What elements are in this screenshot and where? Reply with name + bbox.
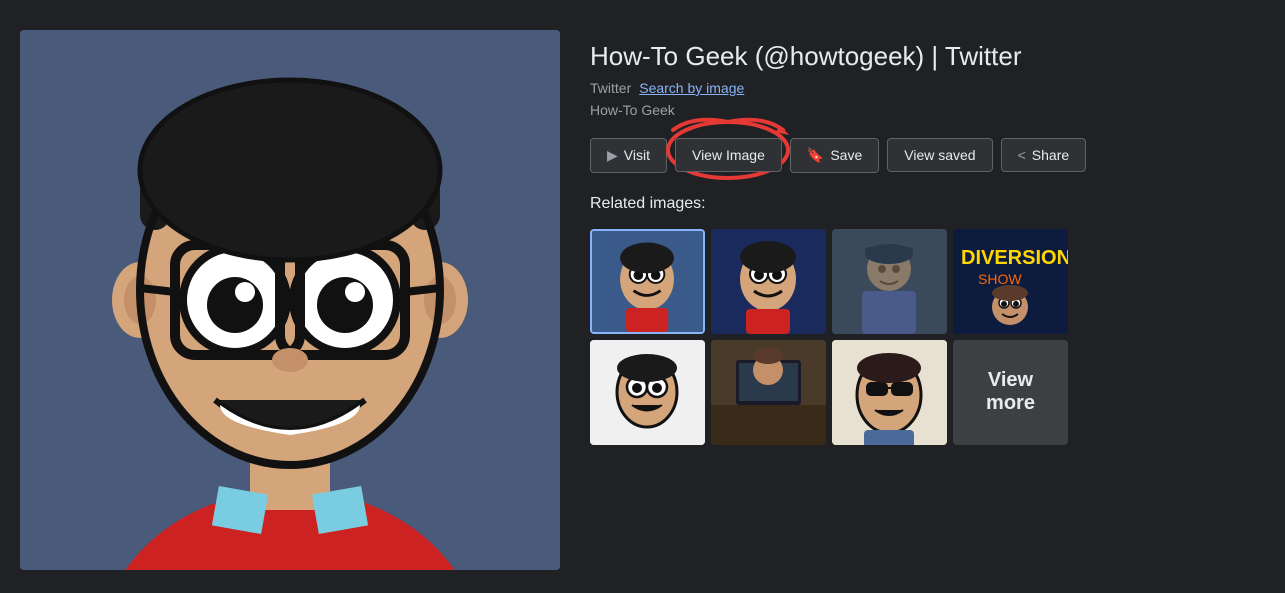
visit-icon: ▶ — [607, 147, 618, 164]
share-icon: < — [1018, 147, 1026, 163]
related-thumb-7[interactable] — [832, 340, 947, 445]
main-image[interactable] — [20, 30, 560, 570]
page-title: How-To Geek (@howtogeek) | Twitter — [590, 40, 1265, 74]
main-container: How-To Geek (@howtogeek) | Twitter Twitt… — [20, 20, 1265, 573]
source-label: Twitter — [590, 80, 631, 96]
search-by-image-link[interactable]: Search by image — [639, 80, 744, 96]
site-name: How-To Geek — [590, 102, 1265, 118]
svg-text:DIVERSION: DIVERSION — [961, 247, 1068, 269]
related-thumb-6[interactable] — [711, 340, 826, 445]
related-title: Related images: — [590, 195, 1265, 213]
action-buttons: ▶ Visit View Image 🔖 Sa — [590, 138, 1265, 173]
related-thumb-4[interactable]: DIVERSION SHOW — [953, 229, 1068, 334]
related-thumb-3[interactable] — [832, 229, 947, 334]
bookmark-icon: 🔖 — [807, 147, 824, 164]
share-button[interactable]: < Share — [1001, 138, 1087, 172]
view-image-wrapper: View Image — [675, 138, 782, 172]
related-thumb-1[interactable] — [590, 229, 705, 334]
info-panel: How-To Geek (@howtogeek) | Twitter Twitt… — [590, 30, 1265, 445]
related-thumb-2[interactable] — [711, 229, 826, 334]
subtitle-row: Twitter Search by image — [590, 80, 1265, 96]
view-image-button[interactable]: View Image — [675, 138, 782, 172]
save-button[interactable]: 🔖 Save — [790, 138, 879, 173]
view-saved-button[interactable]: View saved — [887, 138, 992, 172]
related-thumb-5[interactable] — [590, 340, 705, 445]
related-images-grid: DIVERSION SHOW — [590, 229, 1265, 445]
view-more-thumb[interactable]: View more — [953, 340, 1068, 445]
svg-text:SHOW: SHOW — [978, 271, 1022, 287]
visit-button[interactable]: ▶ Visit — [590, 138, 667, 173]
